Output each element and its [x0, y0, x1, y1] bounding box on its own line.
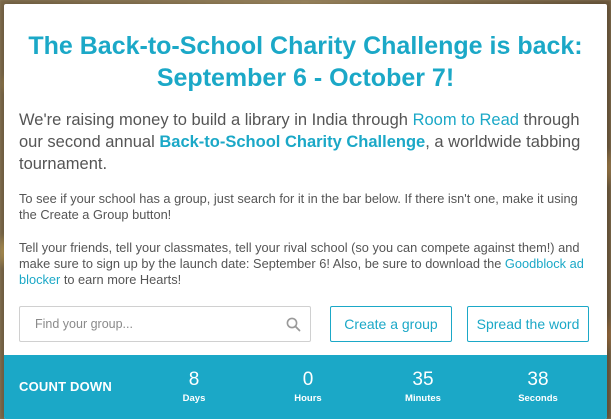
countdown-seconds: 38 Seconds: [503, 369, 573, 406]
intro-paragraph: We're raising money to build a library i…: [19, 109, 589, 175]
group-search-box: [19, 306, 311, 342]
countdown-hours-caption: Hours: [294, 393, 322, 404]
spread-the-word-button[interactable]: Spread the word: [467, 306, 589, 342]
countdown-minutes: 35 Minutes: [388, 369, 458, 406]
charity-challenge-link[interactable]: Back-to-School Charity Challenge: [159, 133, 425, 151]
countdown-days-caption: Days: [182, 393, 206, 404]
share-instructions: Tell your friends, tell your classmates,…: [19, 240, 594, 288]
group-search-input[interactable]: [20, 307, 275, 341]
countdown-seconds-caption: Seconds: [518, 393, 558, 404]
countdown-bar: COUNT DOWN 8 Days 0 Hours 35 Minutes 38 …: [4, 355, 607, 419]
room-to-read-link[interactable]: Room to Read: [413, 111, 519, 129]
share-text-start: Tell your friends, tell your classmates,…: [19, 240, 580, 271]
countdown-hours: 0 Hours: [273, 369, 343, 406]
search-instructions: To see if your school has a group, just …: [19, 191, 578, 222]
create-group-button[interactable]: Create a group: [330, 306, 452, 342]
page-title: The Back-to-School Charity Challenge is …: [28, 32, 583, 92]
countdown-days: 8 Days: [159, 369, 229, 406]
countdown-days-value: 8: [188, 369, 200, 390]
countdown-hours-value: 0: [302, 369, 314, 390]
charity-challenge-modal: The Back-to-School Charity Challenge is …: [4, 4, 607, 419]
search-icon[interactable]: [286, 317, 301, 332]
countdown-minutes-caption: Minutes: [405, 393, 441, 404]
share-text-end: to earn more Hearts!: [60, 272, 182, 287]
intro-text-start: We're raising money to build a library i…: [19, 111, 413, 129]
countdown-label: COUNT DOWN: [19, 379, 112, 394]
countdown-seconds-value: 38: [527, 369, 549, 390]
countdown-minutes-value: 35: [412, 369, 434, 390]
